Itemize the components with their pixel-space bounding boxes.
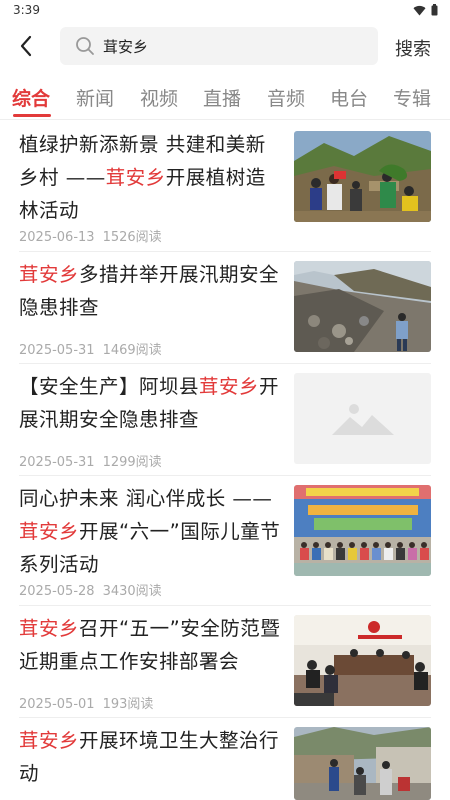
news-title: 茸安乡多措并举开展汛期安全隐患排查 [19,258,284,324]
news-date: 2025-05-28 [19,584,95,599]
tab-audio[interactable]: 音频 [267,84,305,111]
status-icons [413,4,438,16]
news-title: 茸安乡开展环境卫生大整治行动 [19,724,284,790]
news-reads: 193阅读 [102,697,154,712]
news-item[interactable]: 茸安乡开展环境卫生大整治行动 [0,718,450,800]
back-button[interactable] [14,34,38,58]
news-reads: 1299阅读 [102,455,162,470]
tab-comprehensive[interactable]: 综合 [12,84,50,111]
wifi-icon [413,5,426,16]
photo-tree-planting [294,131,431,222]
tab-album[interactable]: 专辑 [393,84,431,111]
news-date: 2025-05-31 [19,455,95,470]
battery-icon [431,4,438,16]
news-thumbnail [294,615,431,706]
tab-radio[interactable]: 电台 [330,84,368,111]
news-reads: 1526阅读 [102,230,162,245]
photo-sanitation-cleanup [294,727,431,800]
news-date: 2025-05-31 [19,343,95,358]
news-title: 【安全生产】阿坝县茸安乡开展汛期安全隐患排查 [19,370,284,436]
news-title: 同心护未来 润心伴成长 ——茸安乡开展“六一”国际儿童节系列活动 [19,482,284,581]
tab-video[interactable]: 视频 [140,84,178,111]
news-meta: 2025-05-31 1299阅读 [19,451,162,470]
status-time: 3:39 [13,3,40,17]
tab-news[interactable]: 新闻 [76,84,114,111]
search-input[interactable] [103,37,363,55]
news-item[interactable]: 植绿护新添新景 共建和美新乡村 ——茸安乡开展植树造林活动 2025-06-13… [0,122,450,252]
news-item[interactable]: 同心护未来 润心伴成长 ——茸安乡开展“六一”国际儿童节系列活动 2025-05… [0,476,450,606]
status-bar: 3:39 [0,0,450,22]
active-tab-indicator [13,114,51,117]
news-item[interactable]: 【安全生产】阿坝县茸安乡开展汛期安全隐患排查 2025-05-31 1299阅读 [0,364,450,476]
chevron-left-icon [20,35,32,57]
news-date: 2025-06-13 [19,230,95,245]
photo-landslide-road [294,261,431,352]
news-thumbnail [294,261,431,352]
title-text: 同心护未来 润心伴成长 —— [19,487,273,510]
title-text: 【安全生产】阿坝县 [19,375,200,398]
news-meta: 2025-05-28 3430阅读 [19,580,162,599]
search-keyword-highlight: 茸安乡 [105,166,166,189]
news-thumbnail [294,485,431,576]
image-placeholder-icon [294,373,431,464]
news-item[interactable]: 茸安乡召开“五一”安全防范暨近期重点工作安排部署会 2025-05-01 193阅… [0,606,450,718]
category-tabs: 综合 新闻 视频 直播 音频 电台 专辑 [0,74,450,120]
news-meta: 2025-05-01 193阅读 [19,693,153,712]
search-header: 搜索 [0,22,450,72]
news-thumbnail [294,727,431,800]
news-meta: 2025-06-13 1526阅读 [19,226,162,245]
news-thumbnail [294,373,431,464]
tab-live[interactable]: 直播 [203,84,241,111]
search-keyword-highlight: 茸安乡 [199,375,260,398]
photo-childrens-day-stage [294,485,431,576]
news-date: 2025-05-01 [19,697,95,712]
news-thumbnail [294,131,431,222]
news-item[interactable]: 茸安乡多措并举开展汛期安全隐患排查 2025-05-31 1469阅读 [0,252,450,364]
news-reads: 1469阅读 [102,343,162,358]
search-keyword-highlight: 茸安乡 [19,617,80,640]
news-meta: 2025-05-31 1469阅读 [19,339,162,358]
search-keyword-highlight: 茸安乡 [19,520,80,543]
search-keyword-highlight: 茸安乡 [19,729,80,752]
search-keyword-highlight: 茸安乡 [19,263,80,286]
search-box[interactable] [60,27,378,65]
news-title: 茸安乡召开“五一”安全防范暨近期重点工作安排部署会 [19,612,284,678]
search-icon [76,37,94,55]
news-reads: 3430阅读 [102,584,162,599]
news-title: 植绿护新添新景 共建和美新乡村 ——茸安乡开展植树造林活动 [19,128,284,227]
photo-meeting-room [294,615,431,706]
search-button[interactable]: 搜索 [395,35,431,61]
